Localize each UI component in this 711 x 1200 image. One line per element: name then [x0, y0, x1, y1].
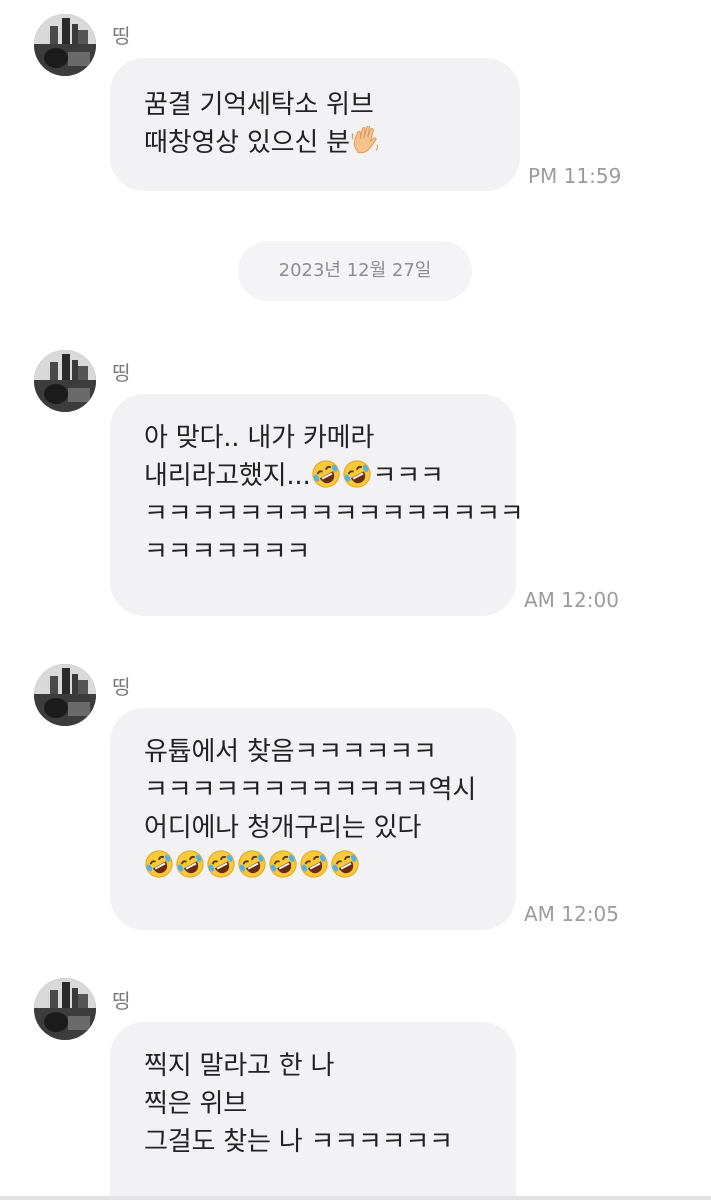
- emoji-line: [144, 847, 516, 885]
- message-line: 그걸도 찾는 나 ㅋㅋㅋㅋㅋㅋ: [144, 1127, 453, 1157]
- profile-photo-icon: [34, 978, 96, 1040]
- chat-view: 띵 꿈결 기억세탁소 위브 때창영상 있으신 분 PM 11:59 2023년 …: [0, 0, 711, 1200]
- bottom-divider: [0, 1196, 711, 1200]
- avatar[interactable]: [34, 350, 96, 412]
- message-line: ㅋㅋㅋㅋㅋㅋㅋ: [144, 537, 311, 567]
- message-line: ㅋㅋㅋㅋㅋㅋㅋㅋㅋㅋㅋㅋㅋㅋㅋㅋ: [144, 499, 524, 529]
- message-bubble[interactable]: 유튭에서 찾음ㅋㅋㅋㅋㅋㅋ ㅋㅋㅋㅋㅋㅋㅋㅋㅋㅋㅋㅋ역시 어디에나 청개구리는 …: [110, 708, 516, 930]
- message-line: 찍은 위브: [144, 1089, 247, 1119]
- message-line: 꿈결 기억세탁소 위브: [144, 90, 374, 120]
- message-line: 아 맞다.. 내가 카메라: [144, 423, 375, 453]
- profile-photo-icon: [34, 350, 96, 412]
- rolling-on-floor-laughing-emoji: [342, 459, 372, 489]
- message-line: 유튭에서 찾음ㅋㅋㅋㅋㅋㅋ: [144, 737, 437, 767]
- avatar[interactable]: [34, 978, 96, 1040]
- profile-photo-icon: [34, 664, 96, 726]
- rolling-on-floor-laughing-emoji: [144, 849, 174, 879]
- message-line: 찍지 말라고 한 나: [144, 1051, 335, 1081]
- message-bubble[interactable]: 아 맞다.. 내가 카메라 내리라고했지... ㅋㅋㅋ ㅋㅋㅋㅋㅋㅋㅋㅋㅋㅋㅋㅋㅋ…: [110, 394, 524, 616]
- message-line-suffix: ㅋㅋㅋ: [372, 461, 444, 491]
- sender-name: 띵: [112, 675, 131, 699]
- rolling-on-floor-laughing-emoji: [311, 459, 341, 489]
- message-time: PM 11:59: [528, 164, 622, 188]
- message-line-wrap: 내리라고했지... ㅋㅋㅋ: [144, 457, 516, 495]
- sender-name: 띵: [112, 24, 131, 48]
- avatar[interactable]: [34, 14, 96, 76]
- rolling-on-floor-laughing-emoji: [175, 849, 205, 879]
- date-divider: 2023년 12월 27일: [238, 241, 472, 301]
- message-line: ㅋㅋㅋㅋㅋㅋㅋㅋㅋㅋㅋㅋ역시: [144, 775, 477, 805]
- sender-name: 띵: [112, 989, 131, 1013]
- rolling-on-floor-laughing-emoji: [299, 849, 329, 879]
- message-bubble[interactable]: 찍지 말라고 한 나 찍은 위브 그걸도 찾는 나 ㅋㅋㅋㅋㅋㅋ: [110, 1022, 516, 1200]
- profile-photo-icon: [34, 14, 96, 76]
- rolling-on-floor-laughing-emoji: [330, 849, 360, 879]
- message-line: 어디에나 청개구리는 있다: [144, 813, 422, 843]
- message-line-wrap: 때창영상 있으신 분: [144, 124, 520, 162]
- message-line: 때창영상 있으신 분: [144, 128, 350, 158]
- sender-name: 띵: [112, 361, 131, 385]
- message-time: AM 12:05: [524, 902, 619, 926]
- avatar[interactable]: [34, 664, 96, 726]
- rolling-on-floor-laughing-emoji: [268, 849, 298, 879]
- waving-hand-emoji: [350, 126, 380, 156]
- message-line: 내리라고했지...: [144, 461, 311, 491]
- rolling-on-floor-laughing-emoji: [237, 849, 267, 879]
- rolling-on-floor-laughing-emoji: [206, 849, 236, 879]
- message-bubble[interactable]: 꿈결 기억세탁소 위브 때창영상 있으신 분: [110, 58, 520, 191]
- message-time: AM 12:00: [524, 588, 619, 612]
